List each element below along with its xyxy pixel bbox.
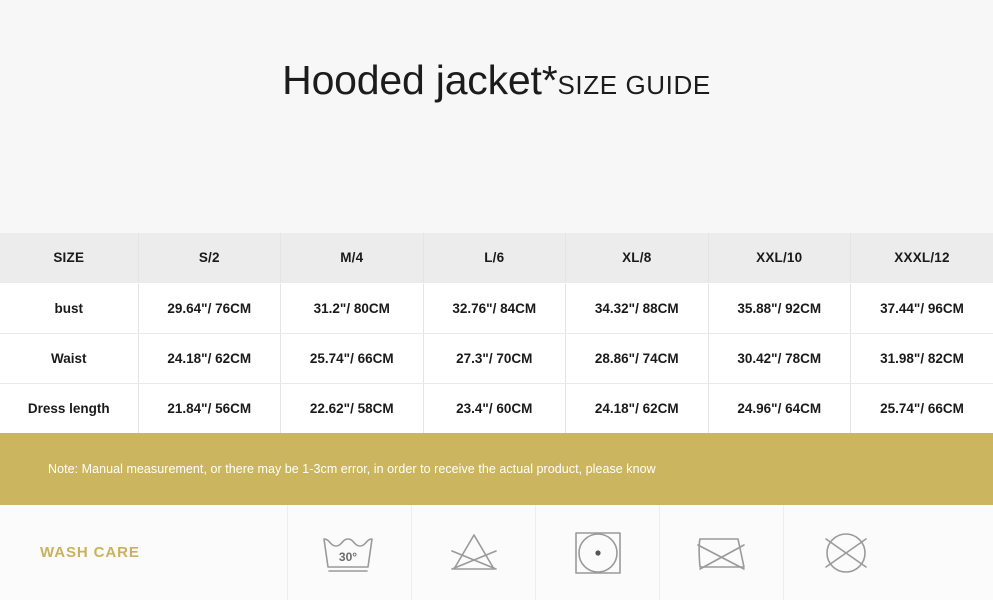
wash-care-icon-cell-3 <box>535 505 659 600</box>
column-header-xxl: XXL/10 <box>708 233 851 284</box>
column-header-s: S/2 <box>138 233 281 284</box>
page-title-sub: SIZE GUIDE <box>557 70 711 100</box>
row-label-bust: bust <box>0 283 139 334</box>
wash-care-label: WASH CARE <box>40 544 140 561</box>
cell-dress-length-xl: 24.18"/ 62CM <box>565 383 709 433</box>
cell-bust-l: 32.76"/ 84CM <box>423 283 566 334</box>
cell-dress-length-xxxl: 25.74"/ 66CM <box>850 383 993 433</box>
cell-dress-length-xxl: 24.96"/ 64CM <box>708 383 851 433</box>
cell-waist-m: 25.74"/ 66CM <box>280 333 424 384</box>
cell-bust-s: 29.64"/ 76CM <box>138 283 281 334</box>
page-title: Hooded jacket*SIZE GUIDE <box>282 57 711 104</box>
cell-waist-xxxl: 31.98"/ 82CM <box>850 333 993 384</box>
size-guide-page: Hooded jacket*SIZE GUIDE SIZE S/2 M/4 L/… <box>0 0 993 600</box>
column-header-l: L/6 <box>423 233 566 284</box>
page-title-main: Hooded jacket* <box>282 57 558 103</box>
cell-bust-xxxl: 37.44"/ 96CM <box>850 283 993 334</box>
table-row: bust 29.64"/ 76CM 31.2"/ 80CM 32.76"/ 84… <box>0 283 993 334</box>
cell-waist-xxl: 30.42"/ 78CM <box>708 333 851 384</box>
size-chart-body: bust 29.64"/ 76CM 31.2"/ 80CM 32.76"/ 84… <box>0 283 993 433</box>
column-header-size: SIZE <box>0 233 139 284</box>
row-label-dress-length: Dress length <box>0 383 139 433</box>
column-header-m: M/4 <box>280 233 424 284</box>
do-not-bleach-icon <box>450 533 497 570</box>
wash-care-icon-cell-5 <box>783 505 907 600</box>
size-chart-table: SIZE S/2 M/4 L/6 XL/8 XXL/10 XXXL/12 bus… <box>0 233 993 433</box>
cell-bust-m: 31.2"/ 80CM <box>280 283 424 334</box>
do-not-iron-icon <box>696 537 745 570</box>
wash-temperature-label: 30° <box>338 550 356 564</box>
cell-bust-xl: 34.32"/ 88CM <box>565 283 709 334</box>
do-not-dry-clean-icon <box>824 532 867 573</box>
column-header-xxxl: XXXL/12 <box>850 233 993 284</box>
wash-care-label-cell: WASH CARE <box>0 505 287 600</box>
table-row: Waist 24.18"/ 62CM 25.74"/ 66CM 27.3"/ 7… <box>0 333 993 384</box>
measurement-note-band: Note: Manual measurement, or there may b… <box>0 433 993 505</box>
cell-waist-l: 27.3"/ 70CM <box>423 333 566 384</box>
cell-waist-s: 24.18"/ 62CM <box>138 333 281 384</box>
cell-dress-length-m: 22.62"/ 58CM <box>280 383 424 433</box>
table-header-row: SIZE S/2 M/4 L/6 XL/8 XXL/10 XXXL/12 <box>0 233 993 284</box>
title-block: Hooded jacket*SIZE GUIDE <box>0 0 993 233</box>
cell-dress-length-s: 21.84"/ 56CM <box>138 383 281 433</box>
table-row: Dress length 21.84"/ 56CM 22.62"/ 58CM 2… <box>0 383 993 433</box>
cell-bust-xxl: 35.88"/ 92CM <box>708 283 851 334</box>
row-label-waist: Waist <box>0 333 139 384</box>
wash-care-icon-cell-2 <box>411 505 535 600</box>
measurement-note-text: Note: Manual measurement, or there may b… <box>48 462 656 476</box>
wash-care-icon-cell-1: 30° <box>287 505 411 600</box>
cell-dress-length-l: 23.4"/ 60CM <box>423 383 566 433</box>
cell-waist-xl: 28.86"/ 74CM <box>565 333 709 384</box>
tumble-dry-low-icon <box>574 531 621 574</box>
wash-care-section: WASH CARE 30° <box>0 505 993 600</box>
wash-care-icon-cell-4 <box>659 505 783 600</box>
wash-30-degrees-icon: 30° <box>322 537 373 572</box>
size-chart-header: SIZE S/2 M/4 L/6 XL/8 XXL/10 XXXL/12 <box>0 233 993 284</box>
column-header-xl: XL/8 <box>565 233 709 284</box>
